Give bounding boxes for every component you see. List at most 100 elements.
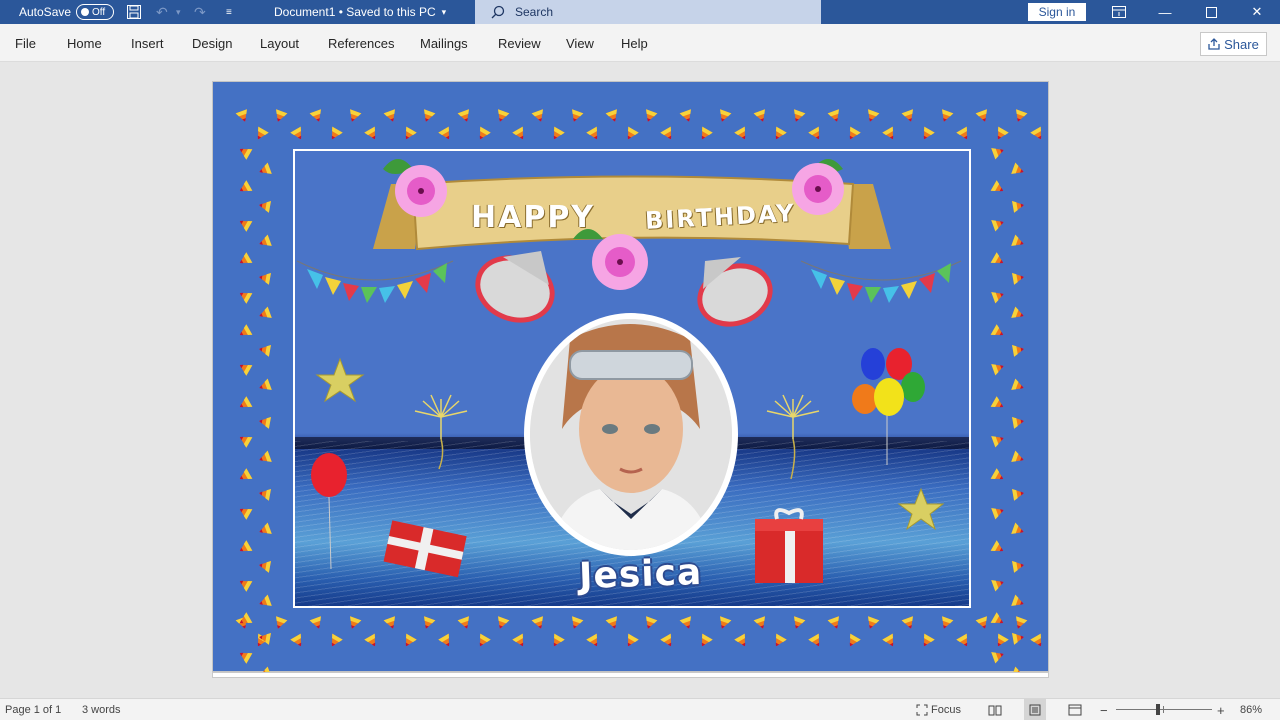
candy-corn [276,109,288,122]
redo-icon[interactable]: ↷ [194,0,206,24]
candy-corn [1012,416,1024,429]
save-icon[interactable] [126,0,142,24]
candy-corn [290,126,302,140]
candy-corn [997,633,1009,647]
portrait-frame[interactable] [524,313,738,556]
candy-corn [990,540,1004,552]
candy-corn [1012,632,1024,645]
candy-corn [605,109,617,122]
candy-corn [701,633,713,647]
birthday-name: Jesica [578,551,703,598]
close-icon[interactable]: ✕ [1234,0,1280,24]
candy-corn [701,126,713,140]
candy-corn [849,126,861,140]
candy-corn [991,580,1004,592]
tab-file[interactable]: File [15,24,36,62]
candy-corn [753,616,765,629]
bunting-right [800,260,962,303]
candy-corn [438,126,450,140]
zoom-slider-track[interactable] [1116,709,1212,710]
candy-corn [627,633,639,647]
candy-corn [572,109,584,122]
search-box[interactable]: Search [475,0,821,24]
page-info[interactable]: Page 1 of 1 [5,699,61,720]
toggle-knob [81,8,89,16]
print-layout-icon[interactable] [1024,699,1046,720]
candy-corn [990,252,1004,264]
focus-icon [916,704,928,716]
zoom-level[interactable]: 86% [1240,699,1262,720]
balloon-red-left [311,453,347,570]
candy-corn [679,109,691,122]
candy-corn [553,126,565,140]
document-title[interactable]: Document1 • Saved to this PC ▾ [274,0,446,24]
candy-corn [720,109,732,122]
candy-corn [331,126,343,140]
search-icon [491,5,505,19]
candy-corn [794,109,806,122]
candy-corn [646,109,658,122]
candy-corn [259,234,272,246]
candy-corn [235,109,247,122]
zoom-out-icon[interactable]: − [1100,699,1108,720]
tab-layout[interactable]: Layout [260,24,299,62]
tab-help[interactable]: Help [621,24,648,62]
read-mode-icon[interactable] [984,699,1006,720]
candy-corn [660,633,672,647]
tab-design[interactable]: Design [192,24,232,62]
candy-corn [383,616,395,629]
word-count[interactable]: 3 words [82,699,121,720]
tab-references[interactable]: References [328,24,394,62]
title-bar: AutoSave Off ↶ ▾ ↷ ≡ Document1 • Saved t… [0,0,1280,24]
candy-corn [991,436,1004,448]
candy-corn [882,633,894,647]
candy-corn [259,560,271,573]
candy-corn [424,109,436,122]
customize-toolbar-icon[interactable]: ≡ [226,0,232,24]
share-button[interactable]: Share [1200,32,1267,56]
tab-mailings[interactable]: Mailings [420,24,468,62]
focus-button[interactable]: Focus [916,699,961,720]
candy-corn [734,126,746,140]
next-page-edge [212,672,1049,678]
candy-corn [239,220,253,232]
candy-corn [498,616,510,629]
search-placeholder: Search [515,5,554,19]
candy-corn [1011,234,1024,246]
tab-review[interactable]: Review [498,24,541,62]
candy-corn [849,633,861,647]
candy-corn [991,220,1004,232]
sign-in-button[interactable]: Sign in [1028,3,1086,21]
candy-corn [259,344,271,357]
candy-corn [660,126,672,140]
candy-corn [239,540,253,552]
candy-corn [923,126,935,140]
candy-corn [991,148,1004,160]
candy-corn [259,450,272,462]
candy-corn [1012,560,1024,573]
candy-corn [808,633,820,647]
candy-corn [350,109,362,122]
zoom-slider-thumb[interactable] [1156,704,1160,715]
ribbon-display-options-icon[interactable] [1096,0,1142,24]
candy-corn [350,616,362,629]
minimize-icon[interactable]: — [1142,0,1188,24]
candy-corn [1030,633,1042,647]
zoom-in-icon[interactable]: + [1217,699,1225,720]
maximize-icon[interactable] [1188,0,1234,24]
autosave-label: AutoSave [19,5,72,19]
tab-insert[interactable]: Insert [131,24,164,62]
tab-home[interactable]: Home [67,24,102,62]
tab-view[interactable]: View [566,24,594,62]
document-title-text: Document1 • Saved to this PC [274,5,436,19]
web-layout-icon[interactable] [1064,699,1086,720]
candy-corn [1016,616,1028,629]
candy-corn [923,633,935,647]
candy-corn [364,126,376,140]
autosave-toggle[interactable]: Off [76,4,114,20]
candy-corn [259,488,271,501]
undo-dropdown-icon[interactable]: ▾ [176,0,181,24]
candy-corn [512,633,524,647]
candy-corn [1012,344,1024,357]
undo-icon[interactable]: ↶ [156,0,168,24]
